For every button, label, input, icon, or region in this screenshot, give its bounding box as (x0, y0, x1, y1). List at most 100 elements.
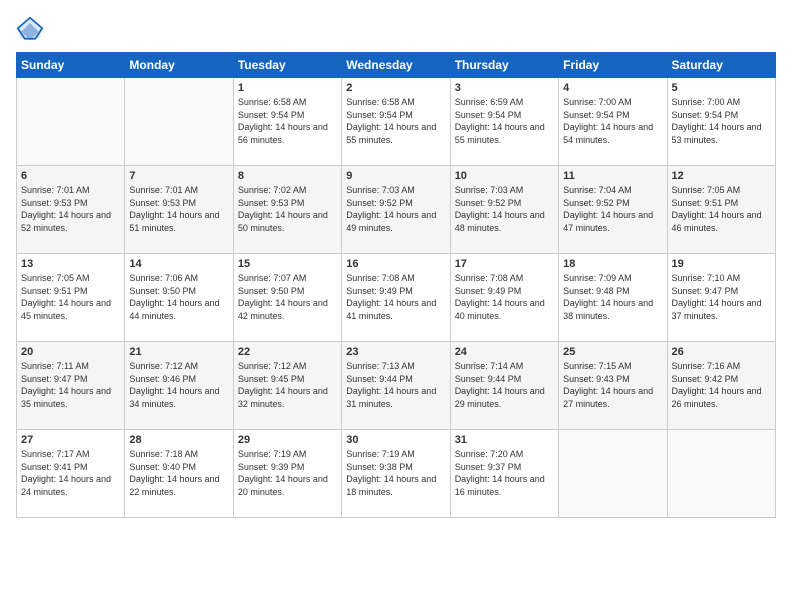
day-info: Sunrise: 7:10 AM Sunset: 9:47 PM Dayligh… (672, 272, 771, 322)
day-number: 22 (238, 346, 337, 358)
day-number: 3 (455, 82, 554, 94)
week-row-3: 13Sunrise: 7:05 AM Sunset: 9:51 PM Dayli… (17, 254, 776, 342)
day-info: Sunrise: 7:02 AM Sunset: 9:53 PM Dayligh… (238, 184, 337, 234)
day-info: Sunrise: 7:05 AM Sunset: 9:51 PM Dayligh… (672, 184, 771, 234)
day-header-wednesday: Wednesday (342, 53, 450, 78)
calendar-table: SundayMondayTuesdayWednesdayThursdayFrid… (16, 52, 776, 518)
day-info: Sunrise: 7:08 AM Sunset: 9:49 PM Dayligh… (455, 272, 554, 322)
day-info: Sunrise: 7:00 AM Sunset: 9:54 PM Dayligh… (563, 96, 662, 146)
day-info: Sunrise: 7:12 AM Sunset: 9:46 PM Dayligh… (129, 360, 228, 410)
day-info: Sunrise: 7:15 AM Sunset: 9:43 PM Dayligh… (563, 360, 662, 410)
day-number: 15 (238, 258, 337, 270)
calendar-cell: 31 Sunrise: 7:20 AM Sunset: 9:37 PM Dayli… (450, 430, 558, 518)
day-number: 20 (21, 346, 120, 358)
day-info: Sunrise: 7:16 AM Sunset: 9:42 PM Dayligh… (672, 360, 771, 410)
calendar-cell: 14 Sunrise: 7:06 AM Sunset: 9:50 PM Dayli… (125, 254, 233, 342)
day-number: 30 (346, 434, 445, 446)
day-info: Sunrise: 7:14 AM Sunset: 9:44 PM Dayligh… (455, 360, 554, 410)
logo-icon (16, 16, 44, 44)
day-number: 31 (455, 434, 554, 446)
calendar-cell: 5 Sunrise: 7:00 AM Sunset: 9:54 PM Daylig… (667, 78, 775, 166)
day-number: 19 (672, 258, 771, 270)
day-number: 18 (563, 258, 662, 270)
day-header-tuesday: Tuesday (233, 53, 341, 78)
calendar-cell (125, 78, 233, 166)
day-info: Sunrise: 7:11 AM Sunset: 9:47 PM Dayligh… (21, 360, 120, 410)
day-number: 29 (238, 434, 337, 446)
day-number: 27 (21, 434, 120, 446)
calendar-cell: 24 Sunrise: 7:14 AM Sunset: 9:44 PM Dayli… (450, 342, 558, 430)
day-number: 4 (563, 82, 662, 94)
day-number: 7 (129, 170, 228, 182)
day-number: 6 (21, 170, 120, 182)
day-info: Sunrise: 7:19 AM Sunset: 9:38 PM Dayligh… (346, 448, 445, 498)
calendar-cell: 1Sunrise: 6:58 AM Sunset: 9:54 PM Daylig… (233, 78, 341, 166)
day-number: 1 (238, 82, 337, 94)
calendar-cell: 20 Sunrise: 7:11 AM Sunset: 9:47 PM Dayli… (17, 342, 125, 430)
day-number: 21 (129, 346, 228, 358)
day-info: Sunrise: 7:08 AM Sunset: 9:49 PM Dayligh… (346, 272, 445, 322)
day-info: Sunrise: 7:03 AM Sunset: 9:52 PM Dayligh… (455, 184, 554, 234)
day-number: 17 (455, 258, 554, 270)
week-row-4: 20 Sunrise: 7:11 AM Sunset: 9:47 PM Dayli… (17, 342, 776, 430)
day-number: 23 (346, 346, 445, 358)
day-info: Sunrise: 7:04 AM Sunset: 9:52 PM Dayligh… (563, 184, 662, 234)
day-info: Sunrise: 7:12 AM Sunset: 9:45 PM Dayligh… (238, 360, 337, 410)
day-info: Sunrise: 7:09 AM Sunset: 9:48 PM Dayligh… (563, 272, 662, 322)
day-number: 8 (238, 170, 337, 182)
day-info: Sunrise: 6:58 AM Sunset: 9:54 PM Dayligh… (346, 96, 445, 146)
day-number: 13 (21, 258, 120, 270)
day-header-thursday: Thursday (450, 53, 558, 78)
day-info: Sunrise: 7:06 AM Sunset: 9:50 PM Dayligh… (129, 272, 228, 322)
week-row-2: 6 Sunrise: 7:01 AM Sunset: 9:53 PM Daylig… (17, 166, 776, 254)
day-number: 9 (346, 170, 445, 182)
day-number: 26 (672, 346, 771, 358)
day-info: Sunrise: 7:20 AM Sunset: 9:37 PM Dayligh… (455, 448, 554, 498)
calendar-cell: 16Sunrise: 7:08 AM Sunset: 9:49 PM Dayli… (342, 254, 450, 342)
calendar-cell: 4 Sunrise: 7:00 AM Sunset: 9:54 PM Daylig… (559, 78, 667, 166)
day-header-sunday: Sunday (17, 53, 125, 78)
calendar-cell: 18 Sunrise: 7:09 AM Sunset: 9:48 PM Dayli… (559, 254, 667, 342)
day-info: Sunrise: 7:18 AM Sunset: 9:40 PM Dayligh… (129, 448, 228, 498)
calendar-cell: 23 Sunrise: 7:13 AM Sunset: 9:44 PM Dayli… (342, 342, 450, 430)
day-number: 24 (455, 346, 554, 358)
day-info: Sunrise: 7:13 AM Sunset: 9:44 PM Dayligh… (346, 360, 445, 410)
calendar-cell: 12Sunrise: 7:05 AM Sunset: 9:51 PM Dayli… (667, 166, 775, 254)
day-number: 10 (455, 170, 554, 182)
day-info: Sunrise: 7:17 AM Sunset: 9:41 PM Dayligh… (21, 448, 120, 498)
calendar-cell: 19 Sunrise: 7:10 AM Sunset: 9:47 PM Dayli… (667, 254, 775, 342)
day-header-saturday: Saturday (667, 53, 775, 78)
week-row-1: 1 Sunrise: 6:58 AM Sunset: 9:54 PM Daylig… (17, 78, 776, 166)
page-header (16, 16, 776, 44)
calendar-header-row: SundayMondayTuesdayWednesdayThursdayFrid… (17, 53, 776, 78)
calendar-cell: 2 Sunrise: 6:58 AM Sunset: 9:54 PM Daylig… (342, 78, 450, 166)
logo (16, 16, 48, 44)
day-info: Sunrise: 7:01 AM Sunset: 9:53 PM Dayligh… (21, 184, 120, 234)
day-number: 25 (563, 346, 662, 358)
day-info: Sunrise: 7:19 AM Sunset: 9:39 PM Dayligh… (238, 448, 337, 498)
day-info: Sunrise: 7:07 AM Sunset: 9:50 PM Dayligh… (238, 272, 337, 322)
day-number: 5 (672, 82, 771, 94)
calendar-cell: 17 Sunrise: 7:08 AM Sunset: 9:49 PM Dayli… (450, 254, 558, 342)
day-number: 11 (563, 170, 662, 182)
day-info: Sunrise: 7:03 AM Sunset: 9:52 PM Dayligh… (346, 184, 445, 234)
calendar-cell (17, 78, 125, 166)
week-row-5: 27 Sunrise: 7:17 AM Sunset: 9:41 PM Dayli… (17, 430, 776, 518)
day-info: Sunrise: 7:00 AM Sunset: 9:54 PM Dayligh… (672, 96, 771, 146)
calendar-cell: 30 Sunrise: 7:19 AM Sunset: 9:38 PM Dayli… (342, 430, 450, 518)
calendar-cell: 25 Sunrise: 7:15 AM Sunset: 9:43 PM Dayli… (559, 342, 667, 430)
day-header-monday: Monday (125, 53, 233, 78)
calendar-cell: 6 Sunrise: 7:01 AM Sunset: 9:53 PM Daylig… (17, 166, 125, 254)
calendar-cell: 28 Sunrise: 7:18 AM Sunset: 9:40 PM Dayli… (125, 430, 233, 518)
day-number: 2 (346, 82, 445, 94)
day-number: 28 (129, 434, 228, 446)
calendar-cell: 13Sunrise: 7:05 AM Sunset: 9:51 PM Dayli… (17, 254, 125, 342)
day-number: 14 (129, 258, 228, 270)
calendar-cell: 9 Sunrise: 7:03 AM Sunset: 9:52 PM Daylig… (342, 166, 450, 254)
day-header-friday: Friday (559, 53, 667, 78)
calendar-cell (559, 430, 667, 518)
calendar-cell: 21 Sunrise: 7:12 AM Sunset: 9:46 PM Dayli… (125, 342, 233, 430)
calendar-cell: 3Sunrise: 6:59 AM Sunset: 9:54 PM Daylig… (450, 78, 558, 166)
calendar-cell: 27 Sunrise: 7:17 AM Sunset: 9:41 PM Dayli… (17, 430, 125, 518)
calendar-cell: 15 Sunrise: 7:07 AM Sunset: 9:50 PM Dayli… (233, 254, 341, 342)
